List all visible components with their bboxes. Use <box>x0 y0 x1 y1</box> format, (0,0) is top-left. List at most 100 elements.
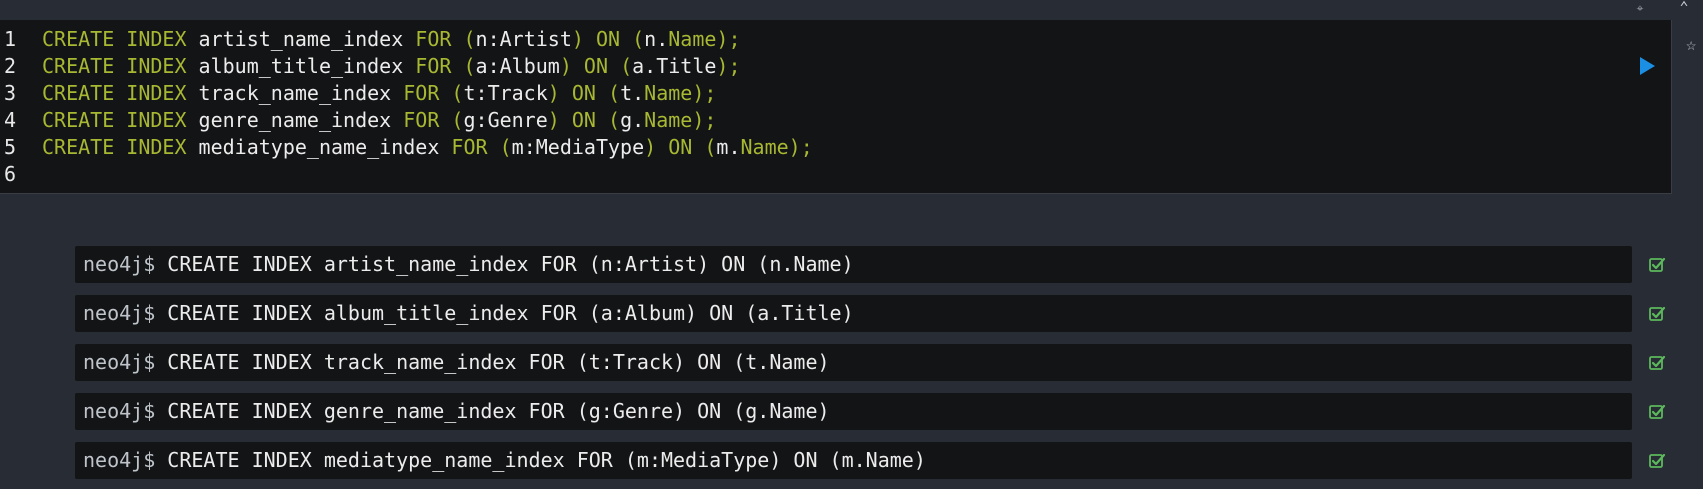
result-prompt: neo4j$ <box>83 252 156 276</box>
frame-topbar: ⌖ ⌃ <box>0 0 1703 20</box>
code-property: Title <box>656 54 717 78</box>
code-label: Track <box>487 81 548 105</box>
code-index-name: album_title_index <box>198 54 404 78</box>
check-square-icon <box>1649 306 1666 321</box>
pin-icon[interactable]: ⌖ <box>1632 0 1648 16</box>
code-terminator: ); <box>716 27 741 51</box>
code-keyword: CREATE INDEX <box>42 81 187 105</box>
cypher-editor[interactable]: 1 CREATE INDEX artist_name_index FOR (n:A… <box>0 20 1672 194</box>
code-index-name: artist_name_index <box>198 27 404 51</box>
code-label: Artist <box>499 27 572 51</box>
code-paren: ) <box>547 108 560 132</box>
code-paren: ( <box>632 27 645 51</box>
code-colon: : <box>487 27 500 51</box>
result-query: CREATE INDEX track_name_index FOR (t:Tra… <box>167 350 830 374</box>
code-variable: t <box>463 81 476 105</box>
result-prompt: neo4j$ <box>83 350 156 374</box>
code-paren: ( <box>451 81 464 105</box>
code-dot: . <box>632 81 645 105</box>
code-paren: ( <box>463 27 476 51</box>
code-variable: m <box>716 135 729 159</box>
code-colon: : <box>475 81 488 105</box>
code-paren: ( <box>608 81 621 105</box>
chevron-up-icon[interactable]: ⌃ <box>1676 0 1692 15</box>
editor-line: 6 <box>0 159 42 189</box>
code-terminator: ); <box>716 54 741 78</box>
code-index-name: mediatype_name_index <box>198 135 440 159</box>
code-dot: . <box>632 108 645 132</box>
result-row[interactable]: neo4j$ CREATE INDEX mediatype_name_index… <box>75 442 1632 479</box>
code-paren: ) <box>571 27 584 51</box>
code-terminator: ); <box>788 135 813 159</box>
code-variable: n <box>644 27 657 51</box>
code-keyword-for: FOR <box>415 54 452 78</box>
star-icon[interactable]: ☆ <box>1686 34 1703 56</box>
code-variable: a <box>475 54 488 78</box>
result-prompt: neo4j$ <box>83 301 156 325</box>
code-dot: . <box>728 135 741 159</box>
code-label: MediaType <box>535 135 645 159</box>
result-prompt: neo4j$ <box>83 399 156 423</box>
code-property: Name <box>668 27 717 51</box>
code-keyword-for: FOR <box>415 27 452 51</box>
line-number: 1 <box>4 27 17 51</box>
code-paren: ( <box>499 135 512 159</box>
code-colon: : <box>487 54 500 78</box>
code-index-name: genre_name_index <box>198 108 392 132</box>
play-icon[interactable] <box>1638 56 1656 76</box>
code-keyword-on: ON <box>571 108 596 132</box>
result-row[interactable]: neo4j$ CREATE INDEX artist_name_index FO… <box>75 246 1632 283</box>
check-square-icon <box>1649 355 1666 370</box>
code-keyword: CREATE INDEX <box>42 108 187 132</box>
code-variable: t <box>620 81 633 105</box>
code-paren: ) <box>547 81 560 105</box>
code-property: Name <box>740 135 789 159</box>
code-terminator: ); <box>692 108 717 132</box>
code-keyword-on: ON <box>595 27 621 51</box>
code-property: Name <box>644 81 693 105</box>
code-colon: : <box>523 135 536 159</box>
code-terminator: ); <box>692 81 717 105</box>
line-number: 4 <box>4 108 17 132</box>
code-keyword: CREATE INDEX <box>42 54 187 78</box>
code-dot: . <box>644 54 657 78</box>
code-paren: ) <box>559 54 572 78</box>
result-query: CREATE INDEX artist_name_index FOR (n:Ar… <box>167 252 854 276</box>
code-variable: g <box>463 108 476 132</box>
editor-line: 2 CREATE INDEX album_title_index FOR (a:A… <box>0 51 741 81</box>
result-query: CREATE INDEX genre_name_index FOR (g:Gen… <box>167 399 830 423</box>
code-variable: g <box>620 108 633 132</box>
code-colon: : <box>475 108 488 132</box>
code-keyword: CREATE INDEX <box>42 135 187 159</box>
code-keyword-for: FOR <box>403 108 440 132</box>
code-paren: ( <box>463 54 476 78</box>
code-variable: a <box>632 54 645 78</box>
code-dot: . <box>656 27 669 51</box>
code-paren: ( <box>451 108 464 132</box>
line-number: 5 <box>4 135 17 159</box>
line-number: 2 <box>4 54 17 78</box>
code-index-name: track_name_index <box>198 81 392 105</box>
code-paren: ) <box>644 135 657 159</box>
results-panel: neo4j$ CREATE INDEX artist_name_index FO… <box>0 194 1703 489</box>
code-keyword-on: ON <box>668 135 693 159</box>
result-query: CREATE INDEX album_title_index FOR (a:Al… <box>167 301 854 325</box>
code-variable: n <box>475 27 488 51</box>
result-row[interactable]: neo4j$ CREATE INDEX track_name_index FOR… <box>75 344 1632 381</box>
result-query: CREATE INDEX mediatype_name_index FOR (m… <box>167 448 926 472</box>
result-row[interactable]: neo4j$ CREATE INDEX genre_name_index FOR… <box>75 393 1632 430</box>
editor-line: 4 CREATE INDEX genre_name_index FOR (g:Ge… <box>0 105 716 135</box>
code-paren: ( <box>608 108 621 132</box>
line-number: 3 <box>4 81 17 105</box>
result-row[interactable]: neo4j$ CREATE INDEX album_title_index FO… <box>75 295 1632 332</box>
line-number: 6 <box>4 162 17 186</box>
code-keyword-on: ON <box>583 54 609 78</box>
editor-line: 3 CREATE INDEX track_name_index FOR (t:Tr… <box>0 78 716 108</box>
check-square-icon <box>1649 404 1666 419</box>
code-keyword-for: FOR <box>451 135 488 159</box>
code-label: Genre <box>487 108 548 132</box>
code-paren: ( <box>620 54 633 78</box>
check-square-icon <box>1649 453 1666 468</box>
editor-line: 1 CREATE INDEX artist_name_index FOR (n:A… <box>0 24 741 54</box>
code-label: Album <box>499 54 560 78</box>
